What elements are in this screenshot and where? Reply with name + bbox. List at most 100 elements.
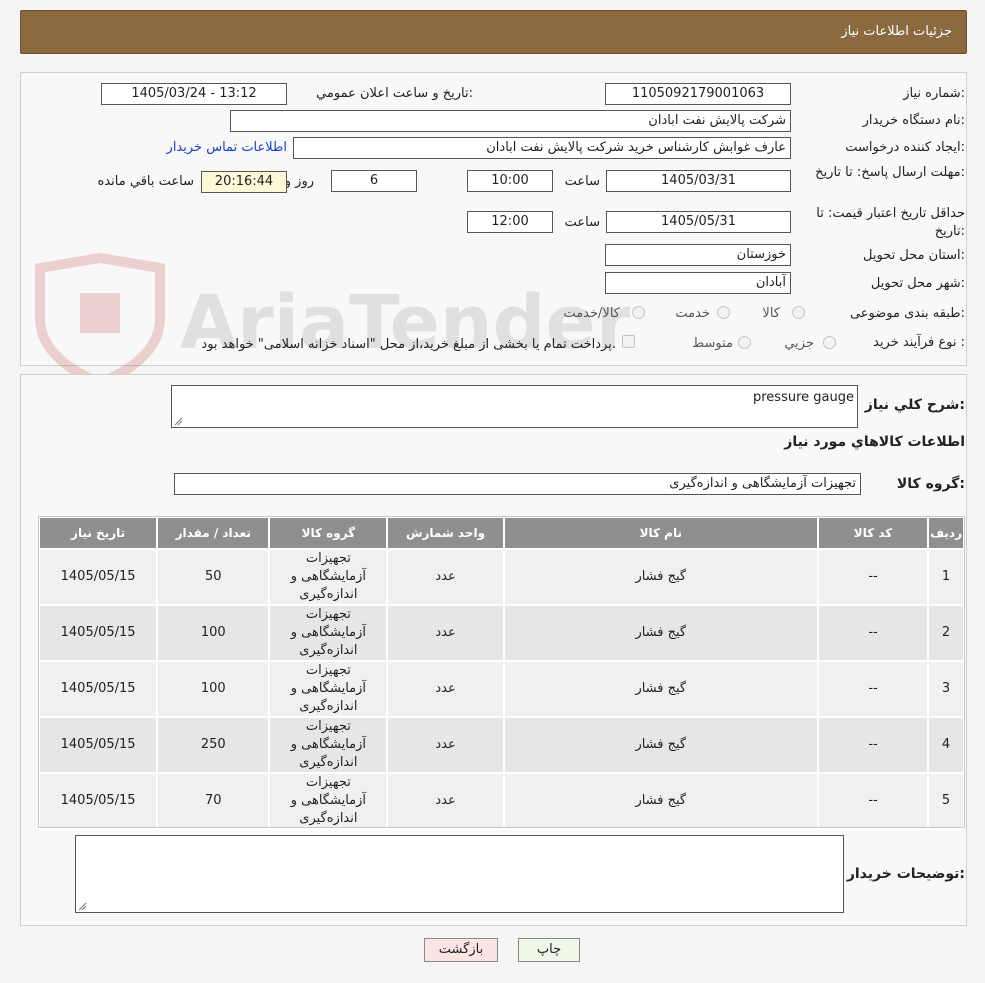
buyer-contact-link[interactable]: اطلاعات تماس خريدار [167, 140, 287, 155]
category-label: طبقه بندی موضوعی: [849, 306, 965, 321]
goods-group-label: گروه کالا: [896, 476, 965, 492]
cell-quantity: 100 [156, 604, 271, 662]
col-header-name: نام کالا [502, 516, 819, 550]
page-title: جزئیات اطلاعات نیاز [841, 24, 952, 39]
category-radio-service[interactable] [717, 306, 730, 319]
validity-time-label: ساعت [564, 215, 600, 230]
cell-group: تجهیزات آزمایشگاهی و اندازه‌گیری [268, 716, 389, 774]
goods-group-field[interactable]: تجهیزات آزمایشگاهی و اندازه‌گیری [174, 473, 861, 495]
col-header-group: گروه کالا [268, 516, 389, 550]
creator-field[interactable]: عارف غوابش کارشناس خرید شرکت پالایش نفت … [293, 137, 791, 159]
cell-row-number: 3 [927, 660, 965, 718]
cell-name: گیج فشار [502, 716, 819, 774]
cell-name: گیج فشار [502, 660, 819, 718]
cell-row-number: 5 [927, 772, 965, 830]
table-row[interactable]: 2 -- گیج فشار عدد تجهیزات آزمایشگاهی و ا… [37, 604, 965, 662]
treasury-payment-checkbox[interactable] [622, 335, 635, 348]
days-label: روز و [284, 174, 314, 189]
validity-label: حداقل تاريخ اعتبار قيمت: تا تاريخ: [816, 206, 965, 239]
cell-code: -- [816, 660, 930, 718]
cell-code: -- [816, 716, 930, 774]
treasury-payment-note: پرداخت تمام يا بخشی از مبلغ خريد،از محل … [201, 337, 616, 352]
goods-info-title: اطلاعات کالاهاي مورد نياز [784, 434, 965, 450]
cell-row-number: 4 [927, 716, 965, 774]
summary-textarea[interactable]: pressure gauge [171, 385, 858, 428]
items-table: رديف کد کالا نام کالا واحد شمارش گروه کا… [37, 516, 965, 830]
resize-grip-icon[interactable] [78, 902, 87, 911]
cell-quantity: 100 [156, 660, 271, 718]
back-button[interactable]: بازگشت [424, 938, 498, 962]
city-field[interactable]: آبادان [605, 272, 791, 294]
need-number-label: شماره نیاز: [903, 86, 965, 101]
category-radio-goods[interactable] [792, 306, 805, 319]
cell-unit: عدد [386, 660, 505, 718]
deadline-date-field[interactable]: 1405/03/31 [606, 170, 791, 192]
cell-code: -- [816, 772, 930, 830]
creator-label: ايجاد کننده درخواست: [845, 140, 965, 155]
cell-unit: عدد [386, 716, 505, 774]
summary-label: شرح کلي نياز: [864, 397, 965, 413]
table-row[interactable]: 1 -- گیج فشار عدد تجهیزات آزمایشگاهی و ا… [37, 548, 965, 606]
days-remaining-field[interactable]: 6 [331, 170, 417, 192]
cell-date: 1405/05/15 [37, 604, 159, 662]
col-header-unit: واحد شمارش [386, 516, 505, 550]
province-field[interactable]: خوزستان [605, 244, 791, 266]
process-radio-medium[interactable] [738, 336, 751, 349]
cell-code: -- [816, 548, 930, 606]
col-header-code: کد کالا [816, 516, 930, 550]
cell-date: 1405/05/15 [37, 548, 159, 606]
announce-datetime-field[interactable]: 1405/03/24 - 13:12 [101, 83, 287, 105]
category-option-goods-service: کالا/خدمت [563, 306, 620, 321]
deadline-label: مهلت ارسال پاسخ: تا تاريخ: [815, 165, 965, 180]
cell-group: تجهیزات آزمایشگاهی و اندازه‌گیری [268, 772, 389, 830]
announce-label: تاریخ و ساعت اعلان عمومي: [316, 86, 473, 101]
cell-group: تجهیزات آزمایشگاهی و اندازه‌گیری [268, 548, 389, 606]
category-radio-goods-service[interactable] [632, 306, 645, 319]
validity-time-field[interactable]: 12:00 [467, 211, 553, 233]
cell-code: -- [816, 604, 930, 662]
deadline-time-field[interactable]: 10:00 [467, 170, 553, 192]
table-row[interactable]: 4 -- گیج فشار عدد تجهیزات آزمایشگاهی و ا… [37, 716, 965, 774]
cell-unit: عدد [386, 548, 505, 606]
process-label: نوع فرآيند خريد : [873, 335, 965, 350]
cell-name: گیج فشار [502, 548, 819, 606]
cell-row-number: 1 [927, 548, 965, 606]
buyer-org-label: نام دستگاه خريدار: [862, 113, 965, 128]
cell-quantity: 250 [156, 716, 271, 774]
buyer-notes-label: توضيحات خريدار: [846, 866, 965, 882]
category-option-goods: کالا [762, 306, 780, 321]
buyer-notes-textarea[interactable] [75, 835, 844, 913]
cell-row-number: 2 [927, 604, 965, 662]
cell-name: گیج فشار [502, 604, 819, 662]
col-header-row-number: رديف [927, 516, 965, 550]
category-option-service: خدمت [675, 306, 710, 321]
table-row[interactable]: 5 -- گیج فشار عدد تجهیزات آزمایشگاهی و ا… [37, 772, 965, 830]
table-row[interactable]: 3 -- گیج فشار عدد تجهیزات آزمایشگاهی و ا… [37, 660, 965, 718]
cell-name: گیج فشار [502, 772, 819, 830]
remaining-time-field[interactable]: 20:16:44 [201, 171, 287, 193]
validity-date-field[interactable]: 1405/05/31 [606, 211, 791, 233]
col-header-quantity: تعداد / مقدار [156, 516, 271, 550]
table-header-row: رديف کد کالا نام کالا واحد شمارش گروه کا… [37, 516, 965, 550]
summary-text: pressure gauge [753, 390, 854, 405]
page-header: جزئیات اطلاعات نیاز [20, 10, 967, 54]
cell-quantity: 50 [156, 548, 271, 606]
resize-grip-icon[interactable] [174, 417, 183, 426]
deadline-time-label: ساعت [564, 174, 600, 189]
cell-date: 1405/05/15 [37, 772, 159, 830]
province-label: استان محل تحويل: [863, 248, 965, 263]
col-header-date: تاريخ نياز [37, 516, 159, 550]
cell-unit: عدد [386, 772, 505, 830]
cell-group: تجهیزات آزمایشگاهی و اندازه‌گیری [268, 604, 389, 662]
need-number-field[interactable]: 1105092179001063 [605, 83, 791, 105]
print-button[interactable]: چاپ [518, 938, 580, 962]
cell-group: تجهیزات آزمایشگاهی و اندازه‌گیری [268, 660, 389, 718]
city-label: شهر محل تحويل: [870, 276, 965, 291]
cell-date: 1405/05/15 [37, 716, 159, 774]
process-radio-minor[interactable] [823, 336, 836, 349]
buyer-org-field[interactable]: شرکت پالایش نفت ابادان [230, 110, 791, 132]
cell-date: 1405/05/15 [37, 660, 159, 718]
cell-quantity: 70 [156, 772, 271, 830]
remaining-time-label: ساعت باقي مانده [97, 174, 194, 189]
cell-unit: عدد [386, 604, 505, 662]
